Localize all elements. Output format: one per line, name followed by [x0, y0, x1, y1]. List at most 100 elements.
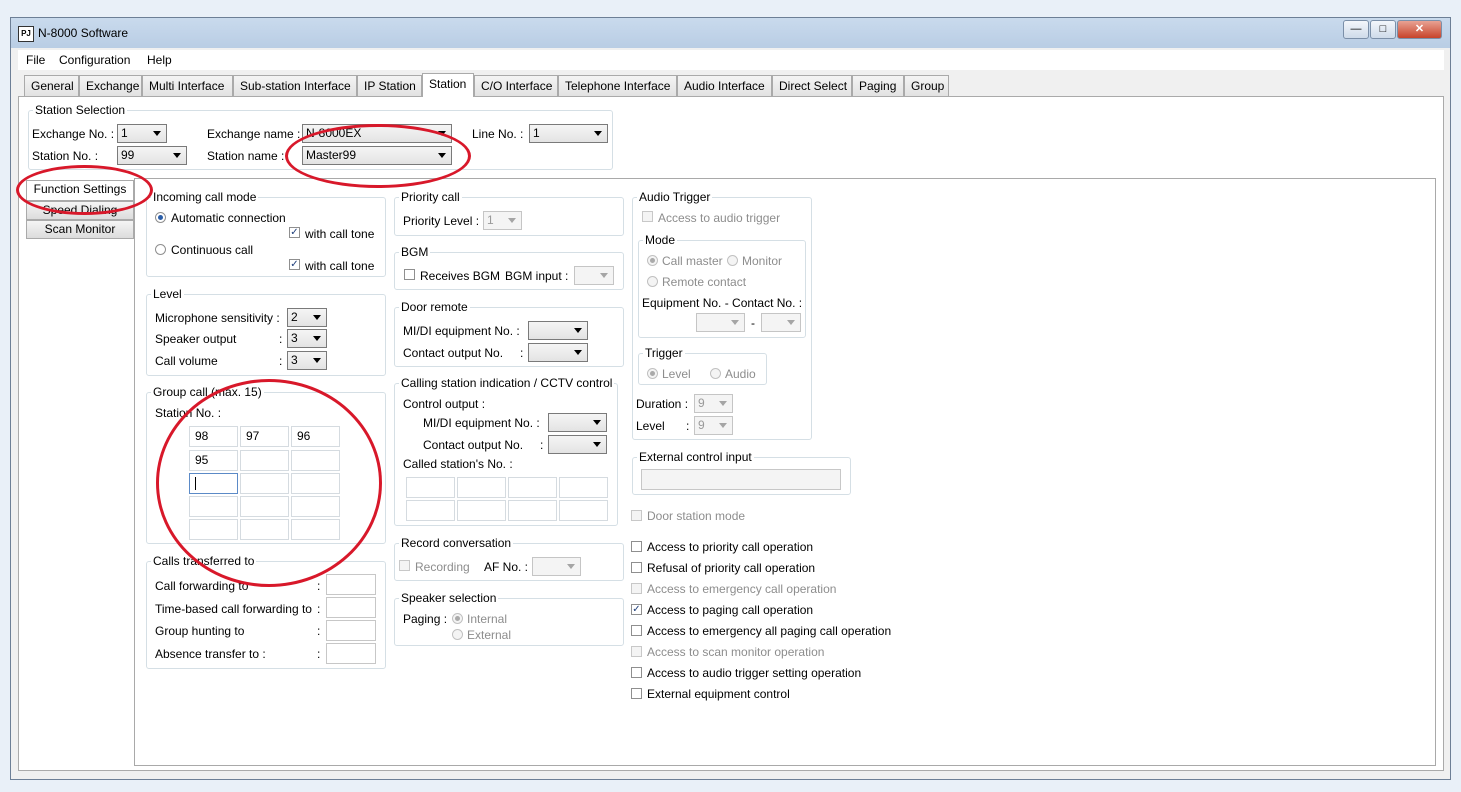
- access-audio-trigger-setting-label: Access to audio trigger setting operatio…: [647, 666, 862, 680]
- access-paging-checkbox[interactable]: ✓: [631, 604, 642, 615]
- speaker-output-select[interactable]: 3: [287, 329, 327, 348]
- group-hunting-input[interactable]: [326, 620, 376, 641]
- calling-midi-select[interactable]: [548, 413, 607, 432]
- door-contact-label: Contact output No.: [403, 346, 504, 360]
- tab-general[interactable]: General: [24, 75, 79, 96]
- tab-exchange[interactable]: Exchange: [79, 75, 142, 96]
- access-audio-trigger-label: Access to audio trigger: [658, 211, 781, 225]
- calling-contact-colon: :: [540, 438, 544, 452]
- tab-direct-select[interactable]: Direct Select: [772, 75, 852, 96]
- remote-contact-radio[interactable]: [647, 276, 658, 287]
- time-based-forwarding-input[interactable]: [326, 597, 376, 618]
- called-station-cell[interactable]: [406, 477, 455, 498]
- tab-station[interactable]: Station: [422, 73, 474, 97]
- recording-checkbox[interactable]: [399, 560, 410, 571]
- trigger-audio-label: Audio: [725, 367, 756, 381]
- called-station-cell[interactable]: [508, 500, 557, 521]
- called-station-cell[interactable]: [559, 477, 608, 498]
- mic-sensitivity-select[interactable]: 2: [287, 308, 327, 327]
- annotation-circle: [285, 124, 471, 188]
- monitor-radio[interactable]: [727, 255, 738, 266]
- access-audio-trigger-checkbox[interactable]: [642, 211, 653, 222]
- exchange-no-select[interactable]: 1: [117, 124, 167, 143]
- call-volume-colon: :: [279, 354, 283, 368]
- monitor-label: Monitor: [742, 254, 783, 268]
- tab-telephone-interface[interactable]: Telephone Interface: [558, 75, 677, 96]
- called-station-cell[interactable]: [559, 500, 608, 521]
- minimize-button[interactable]: —: [1343, 20, 1369, 39]
- station-name-label: Station name :: [207, 149, 285, 163]
- call-tone-checkbox-2[interactable]: ✓: [289, 259, 300, 270]
- close-button[interactable]: ✕: [1397, 20, 1442, 39]
- external-equipment-checkbox[interactable]: [631, 688, 642, 699]
- bgm-input-select[interactable]: [574, 266, 614, 285]
- called-station-cell[interactable]: [457, 500, 506, 521]
- af-no-select[interactable]: [532, 557, 581, 576]
- line-no-select[interactable]: 1: [529, 124, 608, 143]
- remote-contact-label: Remote contact: [662, 275, 747, 289]
- external-control-input[interactable]: [641, 469, 841, 490]
- access-priority-checkbox[interactable]: [631, 541, 642, 552]
- scan-monitor-button[interactable]: Scan Monitor: [26, 220, 134, 239]
- at-level-select[interactable]: 9: [694, 416, 733, 435]
- paging-internal-radio[interactable]: [452, 613, 463, 624]
- tab-co-interface[interactable]: C/O Interface: [474, 75, 558, 96]
- tab-multi-interface[interactable]: Multi Interface: [142, 75, 233, 96]
- menu-configuration[interactable]: Configuration: [59, 53, 130, 67]
- menu-file[interactable]: File: [26, 53, 45, 67]
- call-volume-select[interactable]: 3: [287, 351, 327, 370]
- exchange-name-label: Exchange name :: [207, 127, 301, 141]
- annotation-circle: [156, 379, 382, 587]
- door-midi-select[interactable]: [528, 321, 588, 340]
- time-based-forwarding-label: Time-based call forwarding to: [155, 602, 312, 616]
- absence-transfer-input[interactable]: [326, 643, 376, 664]
- access-audio-trigger-setting-checkbox[interactable]: [631, 667, 642, 678]
- tab-audio-interface[interactable]: Audio Interface: [677, 75, 772, 96]
- calling-contact-select[interactable]: [548, 435, 607, 454]
- contact-no-select[interactable]: [761, 313, 801, 332]
- door-contact-select[interactable]: [528, 343, 588, 362]
- access-paging-label: Access to paging call operation: [647, 603, 814, 617]
- door-station-mode-label: Door station mode: [647, 509, 746, 523]
- receives-bgm-checkbox[interactable]: [404, 269, 415, 280]
- trigger-audio-radio[interactable]: [710, 368, 721, 379]
- duration-select[interactable]: 9: [694, 394, 733, 413]
- door-remote-title: Door remote: [399, 300, 470, 314]
- call-master-label: Call master: [662, 254, 723, 268]
- call-tone-checkbox-1[interactable]: ✓: [289, 227, 300, 238]
- tab-paging[interactable]: Paging: [852, 75, 904, 96]
- tab-group[interactable]: Group: [904, 75, 949, 96]
- title-bar: [11, 18, 1450, 48]
- menu-help[interactable]: Help: [147, 53, 172, 67]
- called-station-cell[interactable]: [508, 477, 557, 498]
- called-station-cell[interactable]: [406, 500, 455, 521]
- priority-level-select[interactable]: 1: [483, 211, 522, 230]
- tab-sub-station-interface[interactable]: Sub-station Interface: [233, 75, 357, 96]
- access-emergency-checkbox[interactable]: [631, 583, 642, 594]
- continuous-call-radio[interactable]: [155, 244, 166, 255]
- access-emergency-all-paging-label: Access to emergency all paging call oper…: [647, 624, 892, 638]
- level-title: Level: [151, 287, 184, 301]
- paging-external-radio[interactable]: [452, 629, 463, 640]
- refusal-priority-checkbox[interactable]: [631, 562, 642, 573]
- access-emergency-all-paging-checkbox[interactable]: [631, 625, 642, 636]
- call-master-radio[interactable]: [647, 255, 658, 266]
- equipment-contact-label: Equipment No. - Contact No. :: [642, 296, 803, 310]
- call-forwarding-input[interactable]: [326, 574, 376, 595]
- trigger-level-radio[interactable]: [647, 368, 658, 379]
- access-scan-monitor-label: Access to scan monitor operation: [647, 645, 825, 659]
- transfer-colon: :: [317, 579, 321, 593]
- call-tone-label-1: with call tone: [305, 227, 375, 241]
- mode-title: Mode: [643, 233, 678, 247]
- tab-ip-station[interactable]: IP Station: [357, 75, 422, 96]
- access-scan-monitor-checkbox[interactable]: [631, 646, 642, 657]
- called-station-cell[interactable]: [457, 477, 506, 498]
- paging-label: Paging :: [403, 612, 448, 626]
- mic-sensitivity-label: Microphone sensitivity :: [155, 311, 280, 325]
- equipment-no-select[interactable]: [696, 313, 745, 332]
- auto-connection-radio[interactable]: [155, 212, 166, 223]
- station-no-select[interactable]: 99: [117, 146, 187, 165]
- af-no-label: AF No. :: [484, 560, 529, 574]
- door-station-mode-checkbox[interactable]: [631, 510, 642, 521]
- maximize-button[interactable]: □: [1370, 20, 1396, 39]
